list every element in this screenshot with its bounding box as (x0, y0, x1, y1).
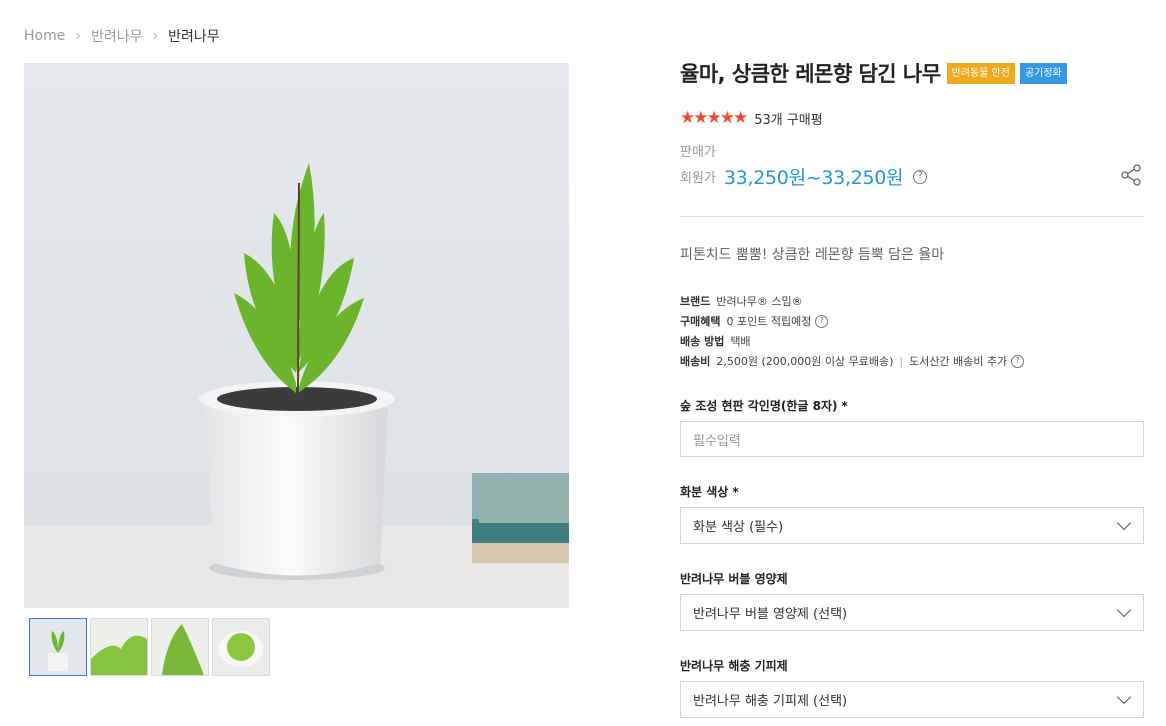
shipping-method-value: 택배 (730, 335, 751, 348)
thumbnail-4[interactable] (212, 618, 270, 676)
chevron-down-icon (1116, 602, 1132, 618)
breadcrumb-category[interactable]: 반려나무 (91, 26, 143, 46)
shipping-fee-value: 2,500원 (200,000원 이상 무료배송) (716, 355, 894, 368)
product-summary: 피톤치드 뿜뿜! 상큼한 레몬향 듬뿍 담은 율마 (680, 247, 945, 263)
product-title: 율마, 상큼한 레몬향 담긴 나무 (680, 62, 941, 86)
pet-safe-badge: 반려동물 안전 (946, 62, 1015, 84)
thumbnail-1[interactable] (29, 618, 87, 676)
pot-color-label-text: 화분 색상 (680, 485, 729, 499)
breadcrumb-current[interactable]: 반려나무 (168, 26, 220, 46)
repellent-value: 반려나무 해충 기피제 (선택) (693, 694, 848, 709)
chevron-right-icon: › (75, 28, 81, 44)
engraving-input[interactable]: 필수입력 (680, 421, 1144, 457)
help-icon[interactable]: ? (913, 169, 928, 184)
help-icon[interactable]: ? (815, 314, 829, 328)
nutrient-value: 반려나무 버블 영양제 (선택) (693, 607, 848, 622)
air-purify-badge: 공기정화 (1019, 62, 1067, 84)
repellent-select[interactable]: 반려나무 해충 기피제 (선택) (680, 681, 1144, 718)
required-mark: * (732, 485, 739, 499)
product-details: 브랜드 반려나무® 스밈® 구매혜택 0 포인트 적립예정 ? 배송 방법 택배… (680, 291, 1144, 371)
divider (680, 216, 1144, 217)
chevron-right-icon: › (152, 28, 159, 44)
engraving-label: 숲 조성 현판 각인명(한글 8자) * (680, 397, 1144, 414)
engraving-label-text: 숲 조성 현판 각인명(한글 8자) (680, 399, 838, 413)
pot-color-label: 화분 색상 * (680, 483, 1144, 500)
shipping-fee-label: 배송비 (680, 355, 711, 368)
repellent-label: 반려나무 해충 기피제 (680, 659, 788, 673)
chevron-down-icon (1116, 689, 1132, 705)
shipping-method-label: 배송 방법 (680, 335, 725, 348)
thumbnail-2[interactable] (90, 618, 148, 676)
product-photo (24, 63, 569, 608)
brand-value: 반려나무® 스밈® (716, 295, 803, 308)
share-icon[interactable] (1120, 164, 1142, 190)
benefit-label: 구매혜택 (680, 315, 721, 328)
review-count[interactable]: 53개 구매평 (754, 109, 823, 128)
chevron-down-icon (1116, 515, 1132, 531)
nutrient-label: 반려나무 버블 영양제 (680, 572, 788, 586)
required-mark: * (841, 399, 848, 413)
separator: | (899, 354, 904, 368)
pot-color-select[interactable]: 화분 색상 (필수) (680, 507, 1144, 544)
benefit-value: 0 포인트 적립예정 (726, 315, 812, 328)
thumbnail-list (29, 618, 270, 676)
member-price: 33,250원~33,250원 (723, 167, 904, 189)
breadcrumb: Home › 반려나무 › 반려나무 (24, 26, 220, 46)
breadcrumb-home[interactable]: Home (24, 28, 65, 44)
nutrient-select[interactable]: 반려나무 버블 영양제 (선택) (680, 594, 1144, 631)
rating-row[interactable]: ★★★★★ 53개 구매평 (680, 108, 1144, 128)
island-shipping-fee: 도서산간 배송비 추가 (909, 355, 1008, 368)
help-icon[interactable]: ? (1011, 354, 1025, 368)
product-main-image[interactable] (24, 63, 569, 608)
thumbnail-3[interactable] (151, 618, 209, 676)
sale-price-label: 판매가 (680, 145, 716, 160)
member-price-label: 회원가 (680, 171, 716, 186)
product-info-panel: 율마, 상큼한 레몬향 담긴 나무 반려동물 안전 공기정화 ★★★★★ 53개… (680, 58, 1144, 718)
brand-label: 브랜드 (680, 295, 711, 308)
star-rating-icon: ★★★★★ (680, 108, 748, 128)
pot-color-value: 화분 색상 (필수) (693, 520, 784, 535)
